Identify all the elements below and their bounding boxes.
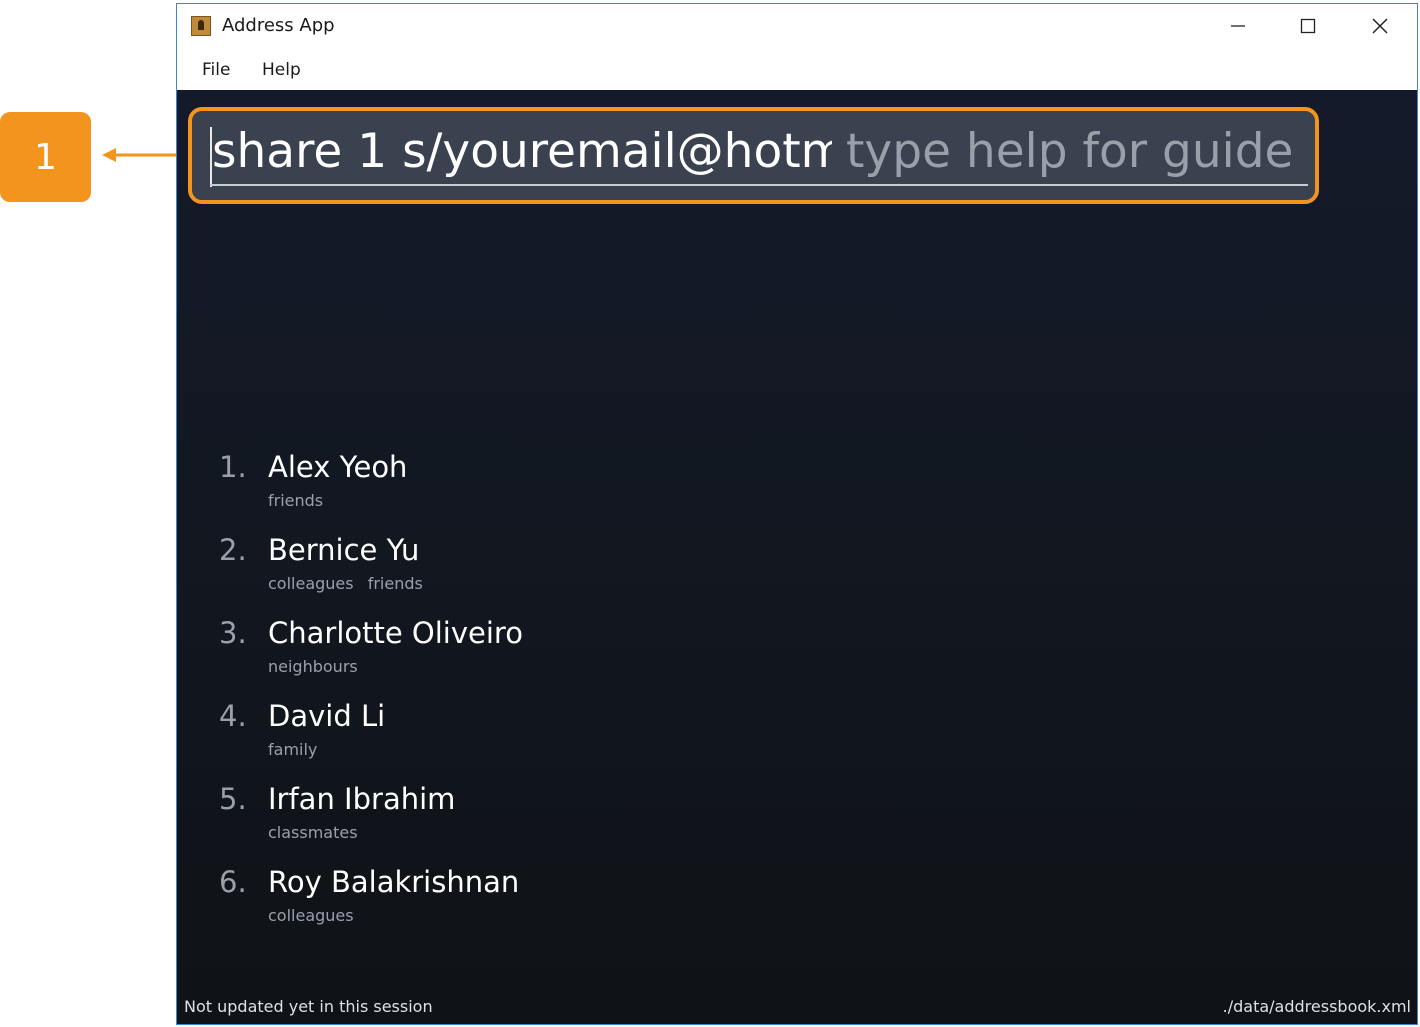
person-tags: friends bbox=[268, 491, 332, 510]
person-tags: family bbox=[268, 740, 326, 759]
callout-badge: 1 bbox=[0, 112, 91, 202]
person-name: Alex Yeoh bbox=[268, 450, 408, 484]
callout-number: 1 bbox=[34, 136, 57, 178]
list-item[interactable]: 6. Roy Balakrishnan colleagues bbox=[219, 865, 1019, 948]
list-item[interactable]: 2. Bernice Yu colleagues friends bbox=[219, 533, 1019, 616]
person-tags: colleagues friends bbox=[268, 574, 432, 593]
person-name: Irfan Ibrahim bbox=[268, 782, 456, 816]
command-box[interactable]: share 1 s/youremail@hotmc type help for g… bbox=[188, 107, 1319, 204]
list-item[interactable]: 5. Irfan Ibrahim classmates bbox=[219, 782, 1019, 865]
tag: friends bbox=[268, 491, 324, 510]
text-caret bbox=[210, 127, 212, 187]
sync-status: Not updated yet in this session bbox=[184, 997, 433, 1016]
tag: colleagues bbox=[268, 574, 354, 593]
person-index: 3. bbox=[219, 616, 247, 650]
list-item[interactable]: 3. Charlotte Oliveiro neighbours bbox=[219, 616, 1019, 699]
person-index: 4. bbox=[219, 699, 247, 733]
address-book-icon bbox=[191, 16, 211, 36]
command-underline bbox=[210, 184, 1308, 186]
person-index: 5. bbox=[219, 782, 247, 816]
menu-help[interactable]: Help bbox=[262, 60, 301, 80]
list-item[interactable]: 4. David Li family bbox=[219, 699, 1019, 782]
person-name: David Li bbox=[268, 699, 386, 733]
minimize-icon bbox=[1231, 25, 1245, 27]
command-value: share 1 s/youremail@hotmc bbox=[212, 124, 832, 179]
main-panel: share 1 s/youremail@hotmc type help for g… bbox=[177, 90, 1417, 1024]
person-list: 1. Alex Yeoh friends 2. Bernice Yu colle… bbox=[219, 450, 1019, 948]
person-tags: neighbours bbox=[268, 657, 367, 676]
tag: classmates bbox=[268, 823, 358, 842]
file-path-status: ./data/addressbook.xml bbox=[1222, 997, 1411, 1016]
maximize-icon bbox=[1300, 18, 1316, 34]
person-name: Charlotte Oliveiro bbox=[268, 616, 523, 650]
close-button[interactable] bbox=[1345, 4, 1415, 48]
minimize-button[interactable] bbox=[1203, 4, 1273, 48]
person-index: 1. bbox=[219, 450, 247, 484]
menu-bar bbox=[177, 48, 1417, 90]
tag: family bbox=[268, 740, 318, 759]
person-name: Roy Balakrishnan bbox=[268, 865, 520, 899]
person-index: 2. bbox=[219, 533, 247, 567]
window-title: Address App bbox=[222, 15, 335, 36]
person-index: 6. bbox=[219, 865, 247, 899]
command-placeholder: type help for guide bbox=[846, 124, 1294, 179]
person-tags: colleagues bbox=[268, 906, 363, 925]
command-input[interactable]: share 1 s/youremail@hotmc type help for g… bbox=[212, 124, 1293, 179]
title-bar: Address App bbox=[177, 4, 1417, 48]
menu-file[interactable]: File bbox=[202, 60, 230, 80]
tag: friends bbox=[367, 574, 423, 593]
list-item[interactable]: 1. Alex Yeoh friends bbox=[219, 450, 1019, 533]
app-window: Address App File Help share 1 s/youremai… bbox=[176, 3, 1418, 1025]
close-icon bbox=[1372, 18, 1388, 34]
person-tags: classmates bbox=[268, 823, 367, 842]
maximize-button[interactable] bbox=[1273, 4, 1343, 48]
tag: colleagues bbox=[268, 906, 354, 925]
person-name: Bernice Yu bbox=[268, 533, 420, 567]
tag: neighbours bbox=[268, 657, 358, 676]
